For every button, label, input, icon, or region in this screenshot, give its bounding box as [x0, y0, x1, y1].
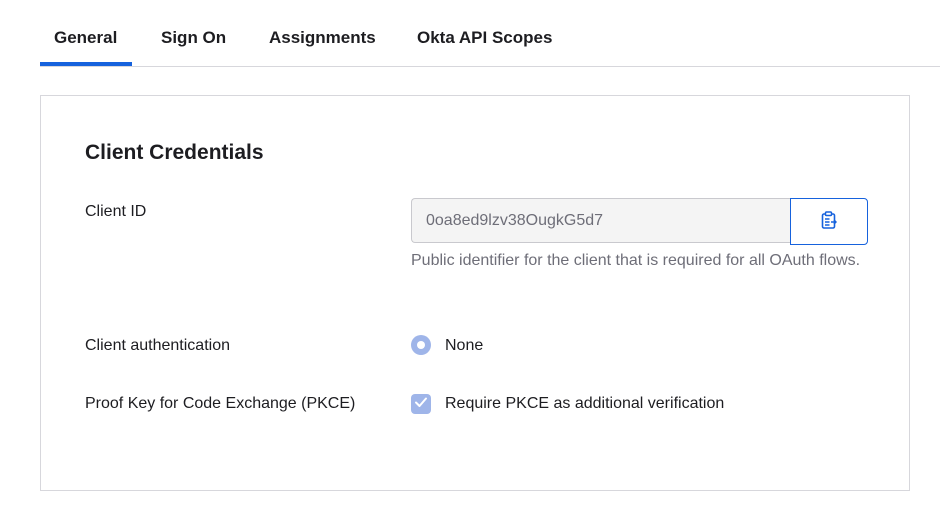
client-authentication-label: Client authentication	[85, 337, 230, 354]
pkce-option-label: Require PKCE as additional verification	[445, 395, 725, 412]
copy-client-id-button[interactable]	[790, 198, 868, 245]
client-id-label: Client ID	[85, 203, 147, 220]
pkce-label: Proof Key for Code Exchange (PKCE)	[85, 395, 356, 412]
pkce-checkbox[interactable]	[411, 394, 431, 414]
clipboard-icon	[821, 211, 838, 232]
active-tab-indicator	[40, 62, 132, 66]
client-authentication-none-radio[interactable]	[411, 335, 431, 355]
client-id-help-text: Public identifier for the client that is…	[411, 252, 861, 269]
checkmark-icon	[414, 395, 428, 413]
tab-sign-on[interactable]: Sign On	[161, 28, 226, 48]
tab-assignments[interactable]: Assignments	[269, 28, 376, 48]
tab-general[interactable]: General	[54, 28, 117, 48]
client-id-field[interactable]	[411, 198, 791, 243]
tab-okta-api-scopes[interactable]: Okta API Scopes	[417, 28, 552, 48]
tab-bar: General Sign On Assignments Okta API Sco…	[40, 0, 940, 67]
client-credentials-panel: Client Credentials Client ID Public iden…	[40, 95, 910, 491]
client-authentication-option-label: None	[445, 337, 484, 354]
section-title: Client Credentials	[85, 141, 264, 164]
